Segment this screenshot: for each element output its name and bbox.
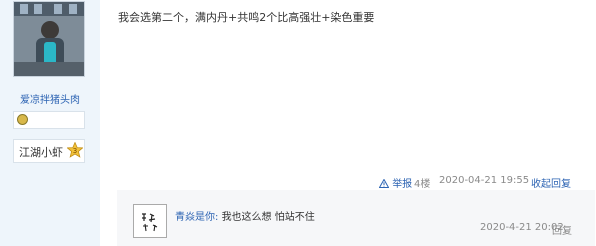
reply-item: 青焱是你: 我也这么想 怕站不住 bbox=[175, 208, 315, 223]
level-star-icon: 3 bbox=[67, 142, 83, 158]
medal-badge[interactable] bbox=[13, 111, 85, 129]
medal-icon bbox=[17, 114, 28, 125]
reply-text: 我也这么想 怕站不住 bbox=[221, 212, 315, 223]
post-timestamp: 2020-04-21 19:55 bbox=[439, 175, 530, 186]
level-title: 江湖小虾 bbox=[19, 146, 63, 159]
collapse-reply-link[interactable]: 收起回复 bbox=[531, 175, 571, 190]
warning-icon bbox=[378, 178, 390, 188]
author-username[interactable]: 爱凉拌猪头肉 bbox=[0, 91, 100, 106]
report-link[interactable]: 举报 bbox=[378, 175, 413, 190]
avatar-image bbox=[14, 2, 84, 76]
reply-username[interactable]: 青焱是你: bbox=[175, 212, 218, 223]
level-badge[interactable]: 江湖小虾 3 bbox=[13, 139, 85, 163]
post-content: 我会选第二个，满内丹+共鸣2个比高强壮+染色重要 bbox=[118, 11, 375, 24]
reply-link[interactable]: 回复 bbox=[552, 222, 572, 237]
level-number: 3 bbox=[73, 147, 77, 155]
floor-number: 4楼 bbox=[414, 179, 431, 190]
avatar[interactable] bbox=[13, 1, 85, 77]
reply-avatar-image bbox=[134, 205, 166, 237]
reply-section: 青焱是你: 我也这么想 怕站不住 bbox=[117, 190, 595, 246]
reply-avatar[interactable] bbox=[133, 204, 167, 238]
author-sidebar: 爱凉拌猪头肉 江湖小虾 3 bbox=[0, 0, 100, 246]
report-label: 举报 bbox=[392, 179, 413, 190]
